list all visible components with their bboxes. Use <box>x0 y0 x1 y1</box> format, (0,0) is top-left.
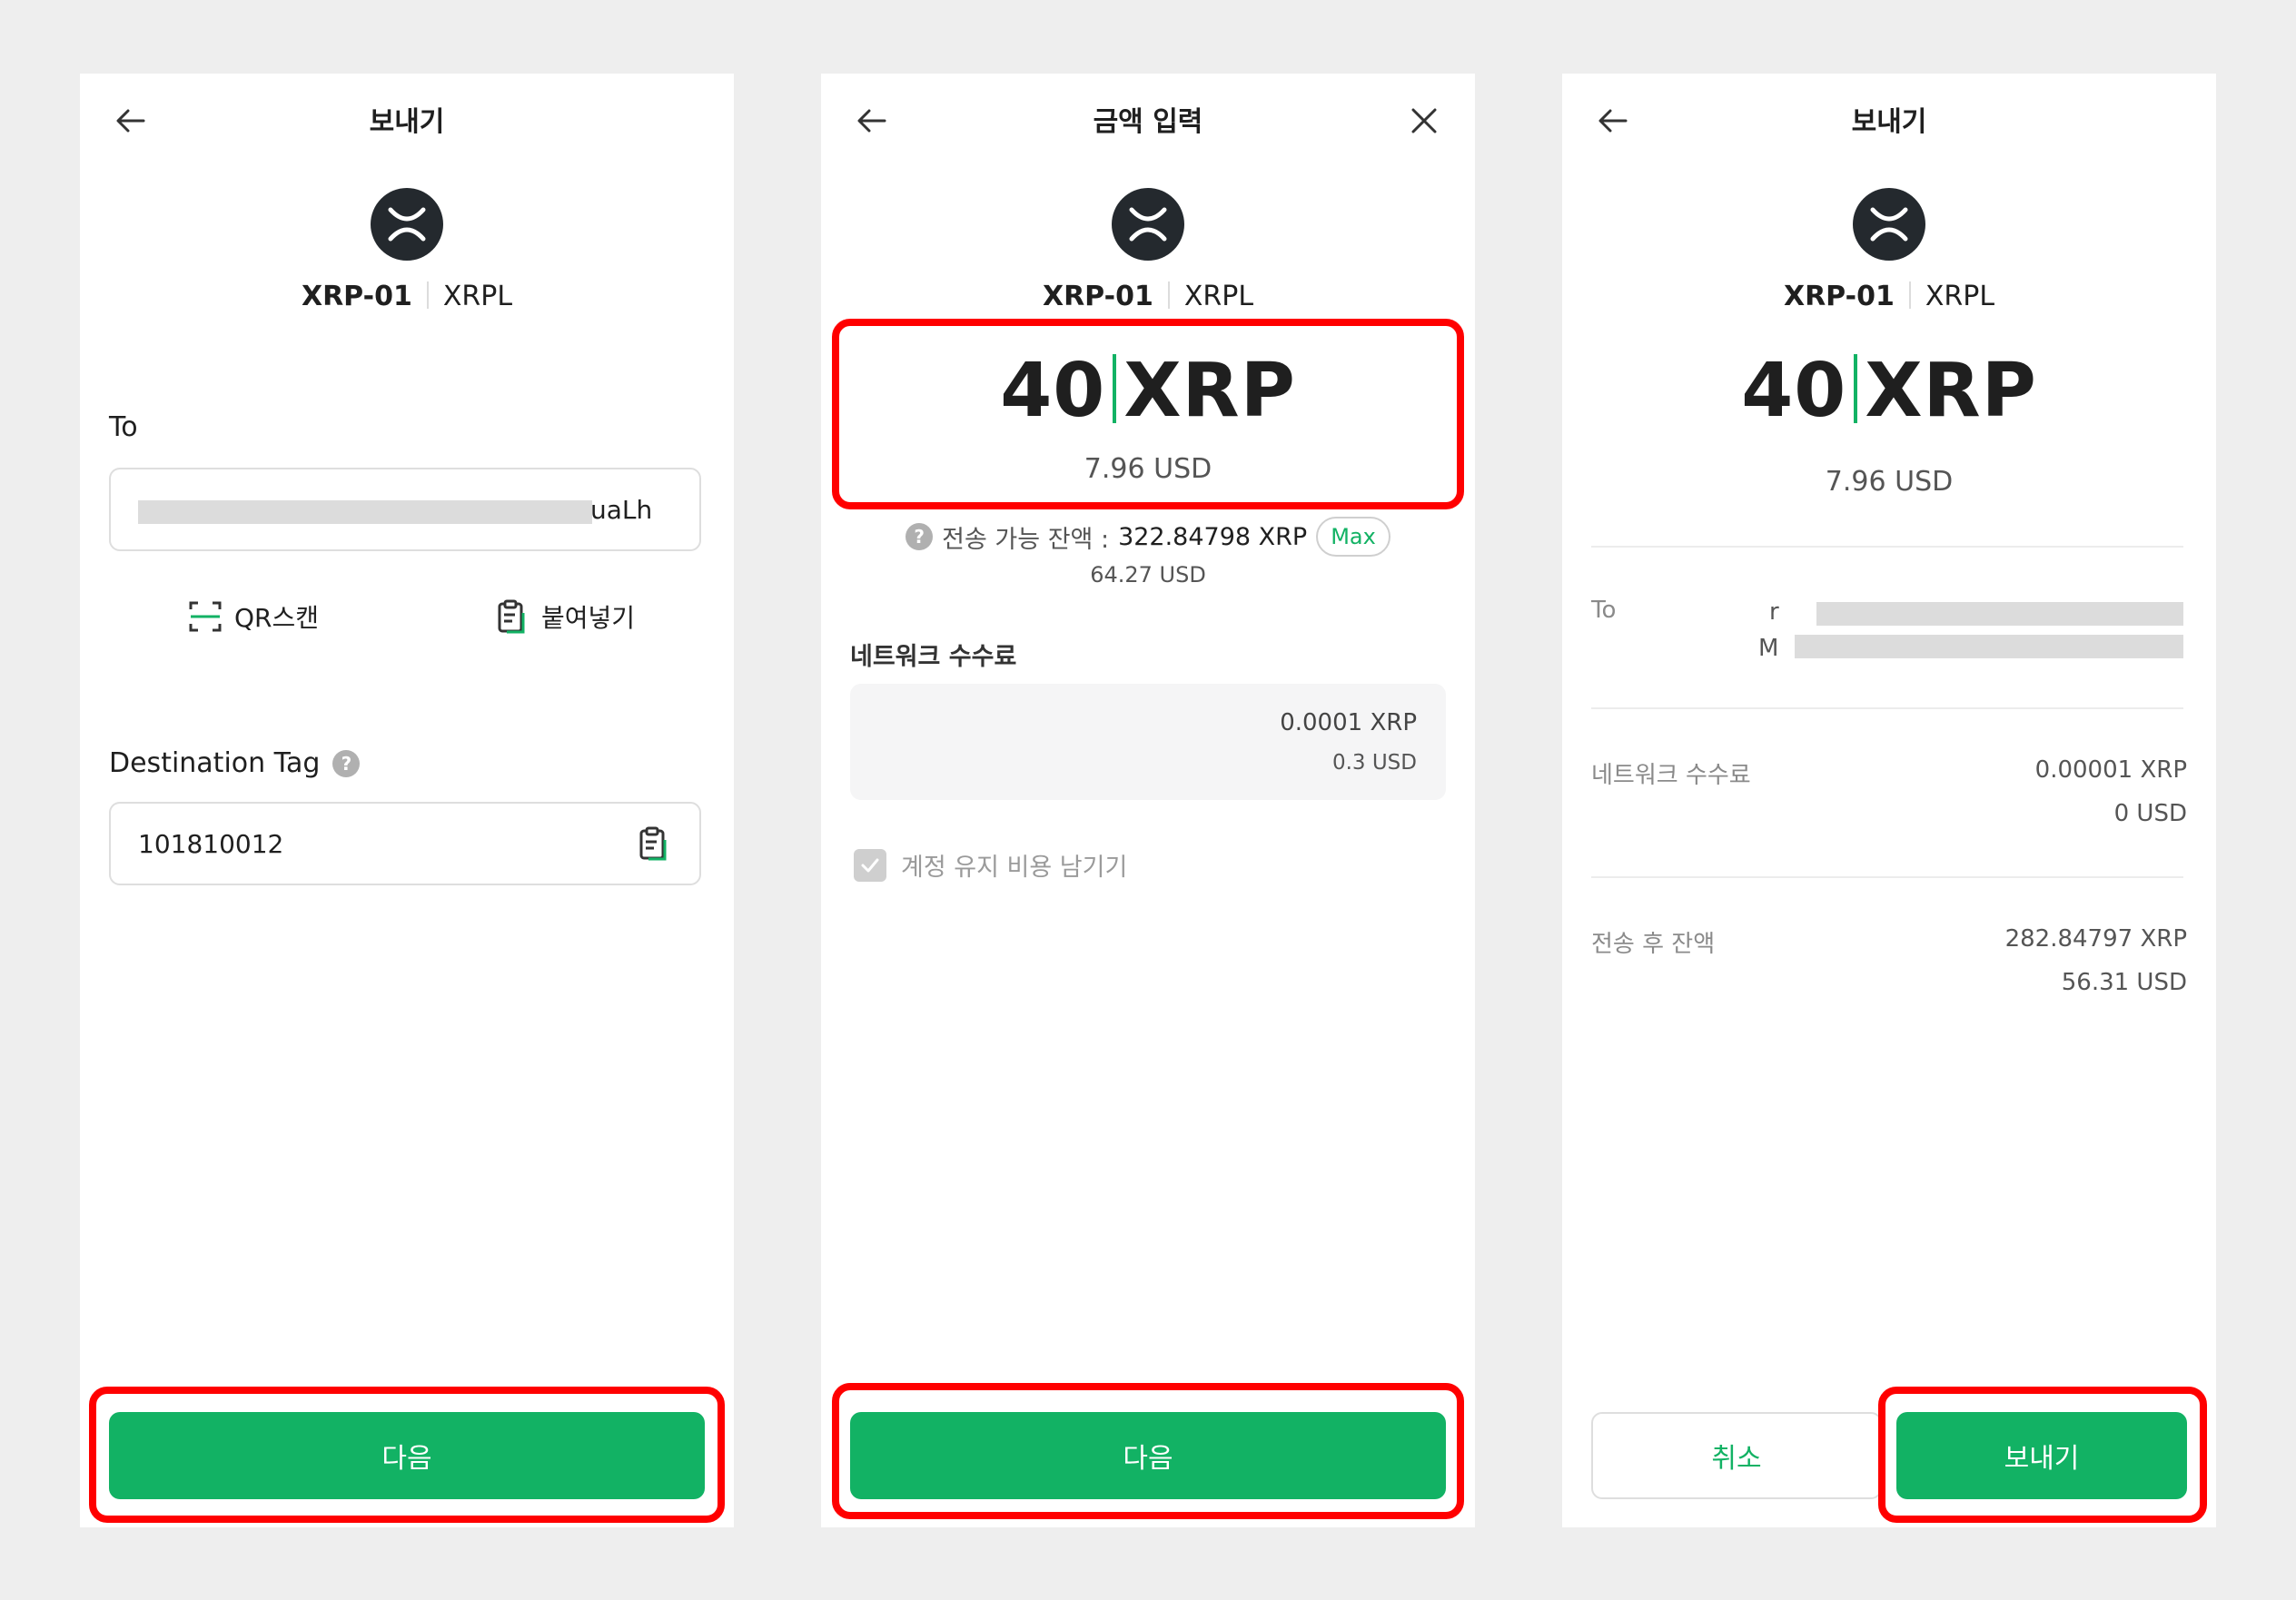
available-balance-usd: 64.27 USD <box>1090 562 1206 588</box>
network-fee-label: 네트워크 수수료 <box>850 643 1017 671</box>
network-name: XRPL <box>1183 281 1254 312</box>
page-title: 보내기 <box>369 106 445 138</box>
amount-display: 40 XRP <box>1562 348 2216 434</box>
balance-after-label: 전송 후 잔액 <box>1591 931 1716 958</box>
available-balance-value: 322.84798 XRP <box>1118 522 1308 551</box>
to-label: To <box>109 411 138 443</box>
separator <box>1908 281 1911 309</box>
fee-xrp: 0.0001 XRP <box>1280 709 1417 736</box>
keep-reserve-checkbox[interactable] <box>854 848 886 882</box>
masked-address-line1 <box>1816 602 2183 626</box>
xrp-logo-icon <box>371 188 443 261</box>
divider <box>1591 876 2183 878</box>
coin-name: XRP-01 <box>301 281 412 312</box>
keep-reserve-option[interactable]: 계정 유지 비용 남기기 <box>854 847 1127 883</box>
divider <box>1591 546 2183 548</box>
cancel-button[interactable]: 취소 <box>1591 1412 1882 1499</box>
destination-tag-text: Destination Tag <box>109 747 321 779</box>
amount-highlight <box>832 319 1464 509</box>
fee-usd: 0 USD <box>2113 800 2187 827</box>
available-balance-row: ? 전송 가능 잔액 : 322.84798 XRP Max <box>821 517 1475 557</box>
address-line1-prefix: r <box>1769 598 1779 626</box>
destination-tag-field[interactable]: 101810012 <box>109 802 701 885</box>
next-button[interactable]: 다음 <box>850 1412 1446 1499</box>
next-button[interactable]: 다음 <box>109 1412 705 1499</box>
text-caret <box>1854 354 1858 423</box>
fee-xrp: 0.00001 XRP <box>2034 756 2187 784</box>
paste-button[interactable]: 붙여넣기 <box>494 598 635 635</box>
address-line2-prefix: M <box>1758 635 1779 662</box>
xrp-logo-icon <box>1112 188 1184 261</box>
screen-send-confirm: 보내기 XRP-01 XRPL 40 XRP 7.96 USD To r M 네트워… <box>1562 74 2216 1527</box>
check-icon <box>861 858 879 872</box>
balance-after-usd: 56.31 USD <box>2061 969 2187 996</box>
paste-label: 붙여넣기 <box>541 603 636 633</box>
screen-amount-input: 금액 입력 XRP-01 XRPL 40 XRP 7.96 USD ? 전송 가능 … <box>821 74 1475 1527</box>
coin-network-label: XRP-01 XRPL <box>1562 281 2216 312</box>
destination-tag-label: Destination Tag ? <box>109 747 361 779</box>
network-fee-label: 네트워크 수수료 <box>1591 762 1751 789</box>
help-icon[interactable]: ? <box>332 749 361 777</box>
qr-scan-button[interactable]: QR스캔 <box>187 598 319 635</box>
qr-scan-label: QR스캔 <box>234 603 320 633</box>
network-name: XRPL <box>1925 281 1995 312</box>
keep-reserve-label: 계정 유지 비용 남기기 <box>901 854 1128 882</box>
amount-value: 40 <box>1741 348 1847 434</box>
masked-address <box>138 500 592 524</box>
network-name: XRPL <box>442 281 513 312</box>
fee-usd: 0.3 USD <box>1331 751 1417 775</box>
separator <box>1167 281 1170 309</box>
network-fee-box: 0.0001 XRP 0.3 USD <box>850 684 1446 800</box>
divider <box>1591 707 2183 709</box>
address-tail: uaLh <box>590 495 653 525</box>
paste-icon <box>498 599 525 634</box>
close-icon[interactable] <box>1406 103 1442 139</box>
paste-icon[interactable] <box>636 825 672 862</box>
masked-address-line2 <box>1795 635 2183 658</box>
send-button[interactable]: 보내기 <box>1896 1412 2187 1499</box>
page-title: 보내기 <box>1851 106 1927 138</box>
to-label: To <box>1591 597 1617 624</box>
xrp-logo-icon <box>1853 188 1925 261</box>
qr-scan-icon <box>189 601 222 632</box>
amount-unit: XRP <box>1865 348 2037 434</box>
available-balance-label: 전송 가능 잔액 : <box>942 525 1110 554</box>
coin-network-label: XRP-01 XRPL <box>821 281 1475 312</box>
separator <box>426 281 429 309</box>
page-title: 금액 입력 <box>1093 106 1203 138</box>
coin-name: XRP-01 <box>1783 281 1895 312</box>
amount-usd: 7.96 USD <box>1825 466 1954 498</box>
help-icon[interactable]: ? <box>906 523 934 550</box>
recipient-address-field[interactable]: uaLh <box>109 468 701 551</box>
coin-network-label: XRP-01 XRPL <box>80 281 734 312</box>
destination-tag-value: 101810012 <box>138 829 284 859</box>
balance-after-xrp: 282.84797 XRP <box>2004 925 2187 953</box>
max-button[interactable]: Max <box>1316 517 1390 557</box>
coin-name: XRP-01 <box>1042 281 1153 312</box>
screen-send-recipient: 보내기 XRP-01 XRPL To uaLh QR스캔 붙여넣기 Destina… <box>80 74 734 1527</box>
